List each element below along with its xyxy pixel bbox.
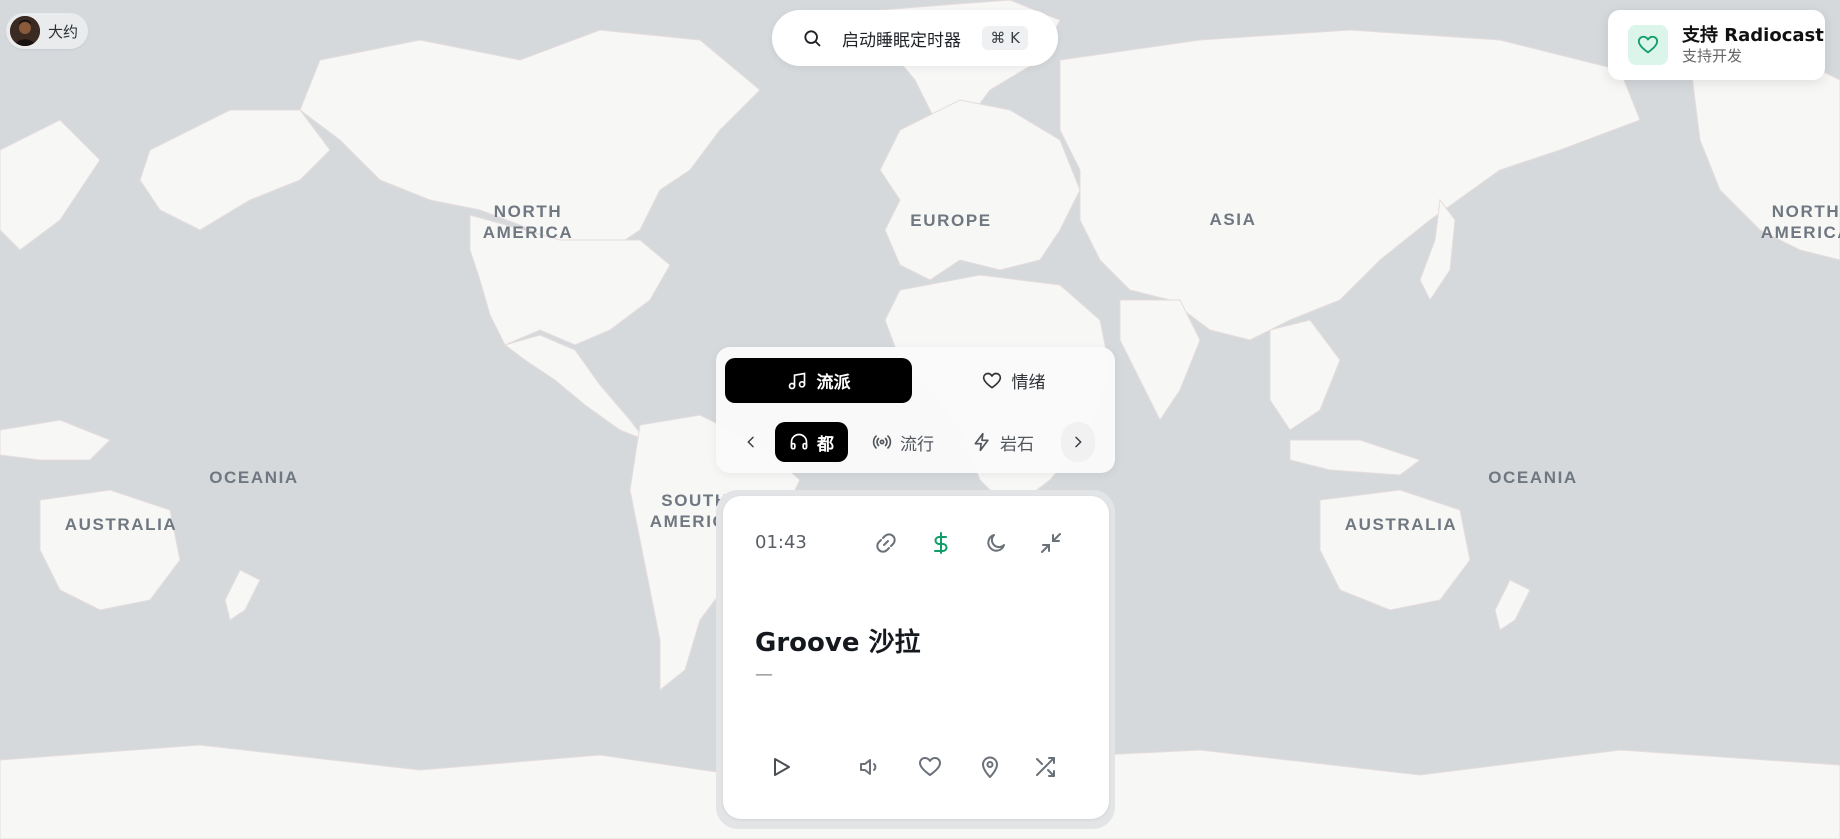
play-icon	[774, 758, 790, 776]
label-north-america: NORTH AMERICA	[482, 202, 574, 242]
tab-genre-label: 流派	[816, 373, 851, 393]
label-north-america-right: NORTH AMERICA	[1760, 202, 1840, 242]
chips-next-button[interactable]	[1061, 422, 1095, 462]
volume-button[interactable]	[851, 748, 889, 786]
label-oceania-left: OCEANIA	[209, 468, 299, 487]
play-button[interactable]	[762, 748, 800, 786]
filter-panel: 流派 情绪 都 流行 岩石	[716, 347, 1115, 473]
tab-genre[interactable]: 流派	[725, 358, 912, 403]
moon-icon	[987, 534, 1005, 552]
link-icon	[876, 533, 896, 553]
donate-button[interactable]	[924, 526, 958, 560]
chip-pop-label: 流行	[900, 434, 934, 455]
label-oceania-right: OCEANIA	[1488, 468, 1578, 487]
map-pin-icon	[982, 756, 998, 778]
user-name: 大约	[48, 22, 79, 41]
chip-rock[interactable]: 岩石	[972, 422, 1034, 462]
chip-all-label: 都	[817, 434, 834, 455]
minimize-arrows-icon	[1041, 533, 1061, 553]
label-australia-left: AUSTRALIA	[64, 515, 178, 534]
share-link-button[interactable]	[869, 526, 903, 560]
chip-rock-label: 岩石	[1000, 434, 1034, 455]
label-australia-right: AUSTRALIA	[1344, 515, 1458, 534]
player-card: 01:43 Groove 沙拉 —	[723, 496, 1109, 819]
search-text: 启动睡眠定时器	[842, 30, 961, 51]
chip-all[interactable]: 都	[775, 422, 848, 462]
avatar	[10, 16, 40, 46]
dollar-icon	[934, 532, 948, 554]
chip-pop[interactable]: 流行	[872, 422, 934, 462]
shuffle-button[interactable]	[1026, 748, 1064, 786]
avatar-portrait-icon	[10, 16, 40, 46]
lightning-icon	[974, 432, 989, 452]
favorite-button[interactable]	[911, 748, 949, 786]
chips-prev-button[interactable]	[734, 422, 768, 462]
user-menu[interactable]: 大约	[6, 13, 89, 49]
chevron-left-icon	[747, 436, 754, 448]
station-subtitle: —	[755, 664, 773, 685]
genre-chip-row: 都 流行 岩石	[716, 422, 1115, 462]
support-title: 支持 Radiocast	[1682, 25, 1824, 46]
chevron-right-icon	[1075, 436, 1082, 448]
command-search[interactable]: 启动睡眠定时器 ⌘ K	[772, 10, 1058, 66]
sleep-timer-readout: 01:43	[755, 532, 807, 553]
shuffle-icon	[1036, 757, 1055, 777]
support-heart-box	[1628, 25, 1668, 65]
heart-icon	[982, 372, 1001, 388]
heart-icon	[1637, 35, 1659, 54]
keyboard-shortcut-badge: ⌘ K	[982, 26, 1028, 50]
label-europe: EUROPE	[910, 211, 992, 230]
search-icon	[802, 28, 822, 48]
tab-mood[interactable]: 情绪	[920, 358, 1107, 403]
label-asia: ASIA	[1209, 210, 1257, 229]
locate-station-button[interactable]	[971, 748, 1009, 786]
volume-icon	[860, 759, 877, 775]
support-text: 支持 Radiocast 支持开发	[1682, 25, 1824, 65]
tab-mood-label: 情绪	[1011, 373, 1046, 393]
sleep-mode-button[interactable]	[979, 526, 1013, 560]
support-subtitle: 支持开发	[1682, 47, 1743, 65]
minimize-player-button[interactable]	[1034, 526, 1068, 560]
heart-icon	[919, 757, 941, 776]
music-note-icon	[788, 372, 805, 389]
radio-waves-icon	[872, 435, 892, 449]
support-card[interactable]: 支持 Radiocast 支持开发	[1608, 10, 1825, 80]
station-title: Groove 沙拉	[755, 628, 921, 658]
headphones-icon	[790, 433, 808, 450]
